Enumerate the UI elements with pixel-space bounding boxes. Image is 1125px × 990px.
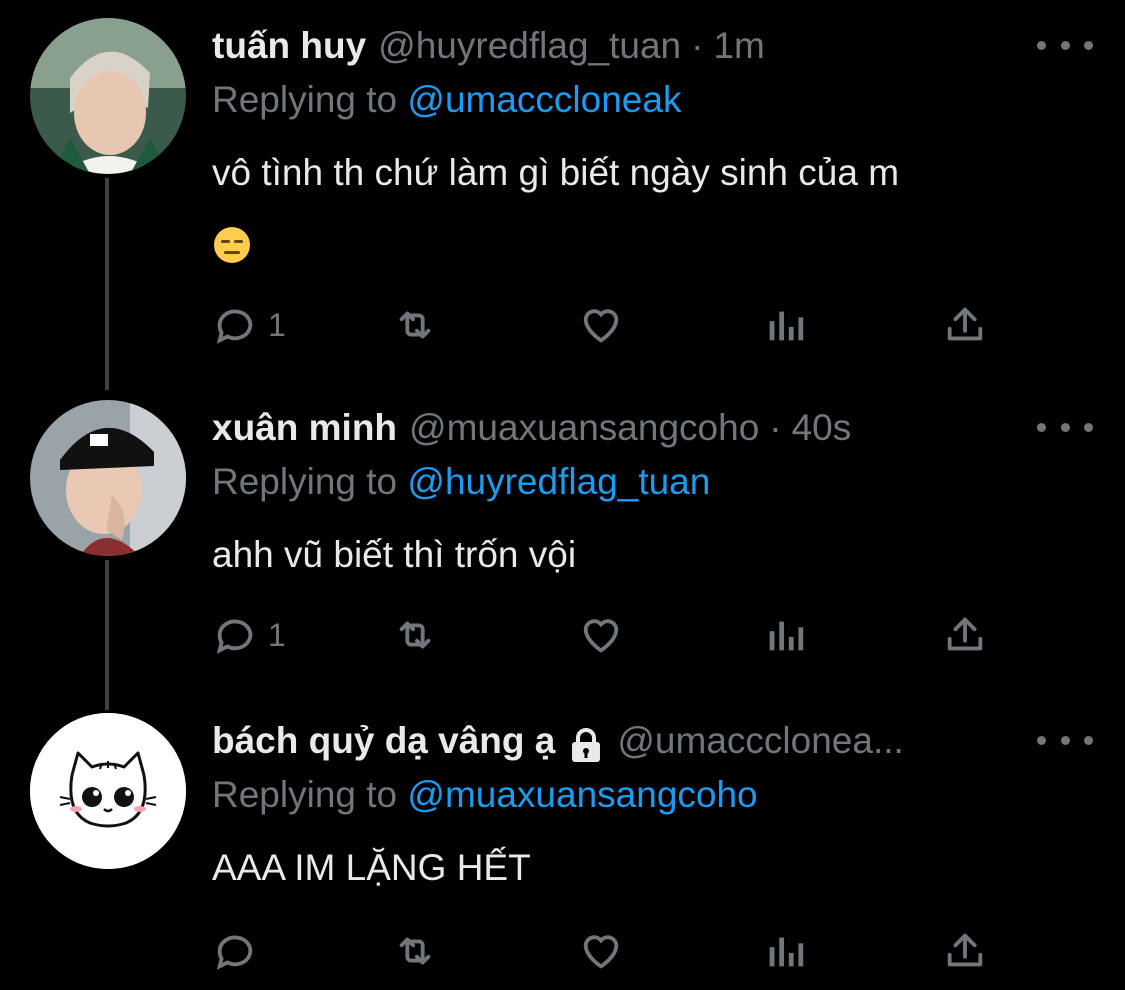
expressionless-face-icon (214, 227, 250, 264)
like-button[interactable] (578, 610, 624, 660)
mention-link[interactable]: @umacccloneаk (407, 79, 681, 120)
views-button[interactable] (762, 926, 808, 976)
more-dots-icon[interactable] (1037, 725, 1093, 755)
tweet[interactable]: bách quỷ dạ vâng ạ @umaccclonea... Reply… (0, 710, 1125, 990)
heart-icon (583, 935, 619, 969)
replying-prefix: Replying to (212, 79, 398, 120)
author-handle[interactable]: @muaxuansangcoho (409, 400, 759, 456)
replying-to: Replying to @muaxuansangcoho (212, 769, 1095, 821)
like-button[interactable] (578, 300, 624, 350)
mention-link[interactable]: @huyredflag_tuan (407, 461, 710, 502)
replying-to: Replying to @huyredflag_tuan (212, 456, 1095, 508)
speech-bubble-icon (216, 309, 253, 344)
avatar[interactable] (30, 18, 186, 174)
share-button[interactable] (942, 926, 988, 976)
author-name[interactable]: bách quỷ dạ vâng ạ (212, 713, 555, 769)
bar-chart-icon (769, 937, 804, 967)
avatar[interactable] (30, 400, 186, 556)
retweet-icon (399, 937, 431, 965)
like-button[interactable] (578, 926, 624, 976)
lock-icon (567, 723, 605, 762)
speech-bubble-icon (216, 619, 253, 654)
replying-to: Replying to @umacccloneаk (212, 74, 1095, 126)
more-dots-icon[interactable] (1037, 30, 1093, 60)
tweet-text: vô tình th chứ làm gì biết ngày sinh của… (212, 140, 1095, 276)
speech-bubble-icon (216, 935, 253, 970)
tweet-text: AAA IM LẶNG HẾT (212, 835, 1095, 901)
reply-button[interactable] (212, 926, 258, 976)
bar-chart-icon (769, 311, 804, 341)
author-name[interactable]: xuân minh (212, 400, 397, 456)
retweet-button[interactable] (392, 610, 438, 660)
share-upload-icon (947, 617, 983, 651)
share-upload-icon (947, 933, 983, 967)
retweet-button[interactable] (392, 300, 438, 350)
tweet-text-content: ahh vũ biết thì trốn vội (212, 534, 577, 575)
reply-button[interactable]: 1 (212, 610, 286, 660)
replying-prefix: Replying to (212, 774, 398, 815)
views-button[interactable] (762, 610, 808, 660)
author-handle[interactable]: @umaccclonea... (617, 713, 903, 769)
retweet-button[interactable] (392, 926, 438, 976)
avatar[interactable] (30, 713, 186, 869)
thread-line (105, 178, 109, 390)
tweet-text-content: vô tình th chứ làm gì biết ngày sinh của… (212, 152, 900, 193)
author-handle[interactable]: @huyredflag_tuan (378, 18, 681, 74)
tweet[interactable]: tuấn huy @huyredflag_tuan · 1m Replying … (0, 0, 1125, 390)
timestamp[interactable]: 40s (792, 400, 852, 456)
heart-icon (583, 309, 619, 343)
retweet-icon (399, 311, 431, 339)
author-name[interactable]: tuấn huy (212, 18, 366, 74)
share-button[interactable] (942, 300, 988, 350)
replying-prefix: Replying to (212, 461, 398, 502)
reply-count: 1 (268, 616, 286, 653)
bar-chart-icon (769, 621, 804, 651)
views-button[interactable] (762, 300, 808, 350)
more-dots-icon[interactable] (1037, 412, 1093, 442)
tweet[interactable]: xuân minh @muaxuansangcoho · 40s Replyin… (0, 390, 1125, 710)
reply-count: 1 (268, 306, 286, 343)
share-button[interactable] (942, 610, 988, 660)
timestamp[interactable]: 1m (713, 18, 764, 74)
reply-button[interactable]: 1 (212, 300, 286, 350)
tweet-text: ahh vũ biết thì trốn vội (212, 522, 1095, 588)
retweet-icon (399, 621, 431, 649)
heart-icon (583, 619, 619, 653)
mention-link[interactable]: @muaxuansangcoho (407, 774, 757, 815)
thread-line (105, 560, 109, 710)
share-upload-icon (947, 307, 983, 341)
tweet-text-content: AAA IM LẶNG HẾT (212, 847, 531, 888)
